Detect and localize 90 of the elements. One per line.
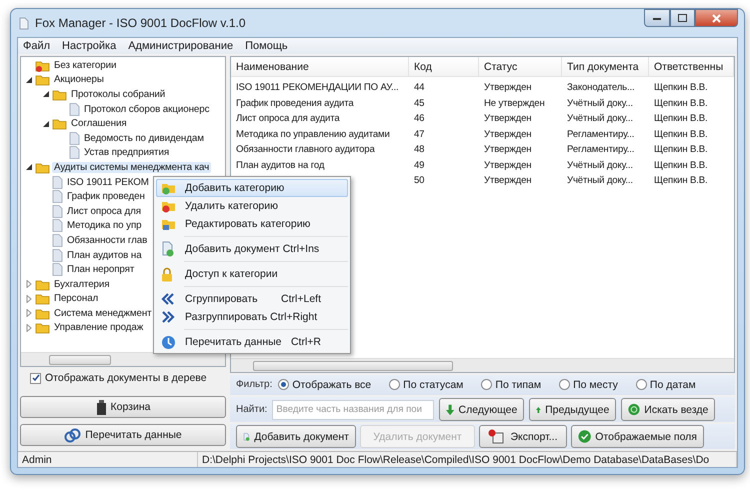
column-header[interactable]: Ответственны (649, 57, 734, 76)
radio-label: По месту (573, 378, 618, 391)
column-header[interactable]: Наименование (231, 57, 409, 76)
column-header[interactable]: Код (409, 57, 479, 76)
table-cell-text: 48 (413, 143, 426, 158)
menu-item[interactable]: Добавить категорию (156, 179, 348, 197)
add-document-button[interactable]: Добавить документ (236, 425, 356, 448)
previous-button[interactable]: Предыдущее (529, 398, 616, 422)
table-cell-text: Щепкин В.В. (653, 158, 709, 173)
table-cell-text: Утвержден (483, 143, 532, 158)
table-cell-text: 45 (413, 96, 426, 111)
table-cell-text: Регламентиру... (566, 128, 636, 142)
tree-item[interactable]: Без категории (52, 60, 118, 71)
menu-item[interactable]: Файл (23, 40, 50, 52)
radio-label: По статусам (403, 378, 464, 391)
search-everywhere-button[interactable]: Искать везде (621, 398, 716, 422)
reload-button[interactable]: Перечитать данные (20, 424, 226, 446)
tree-item[interactable]: Система менеджмент (52, 308, 154, 319)
tree-item[interactable]: Акционеры (52, 74, 106, 86)
radio-label: Отображать все (292, 378, 372, 391)
table-cell-text: Щепкин В.В. (653, 174, 709, 188)
tree-item[interactable]: ISO 19011 РЕКОМ (65, 176, 151, 188)
table-cell-text: 46 (413, 112, 426, 126)
table-cell-text: Учётный доку... (566, 96, 634, 111)
menu-item[interactable]: Доступ к категории (156, 265, 348, 283)
filter-label: Фильтр: (236, 379, 272, 390)
column-header[interactable]: Статус (479, 57, 562, 76)
tree-item[interactable]: Обязанности глав (65, 234, 150, 246)
tree-item[interactable]: Протокол сборов акционерс (82, 104, 212, 115)
tree-item[interactable]: График проведен (65, 191, 147, 202)
status-text: Admin (18, 452, 198, 467)
table-cell-text: 44 (413, 81, 426, 96)
table-cell-text: 47 (413, 128, 426, 142)
menu-item[interactable]: Администрирование (128, 40, 234, 52)
table-cell-text: Лист опроса для аудита (235, 112, 341, 126)
tree-item[interactable]: Аудиты системы менеджмента кач (52, 162, 212, 173)
table-cell-text: Учётный доку... (566, 112, 634, 126)
tree-item[interactable]: Персонал (52, 293, 100, 304)
menu-item[interactable]: Редактировать категорию (156, 215, 348, 233)
trash-button[interactable]: Корзина (20, 396, 226, 418)
table-cell-text: Щепкин В.В. (653, 96, 709, 111)
tree-item[interactable]: Устав предприятия (82, 147, 172, 158)
table-cell-text: План аудитов на год (235, 158, 326, 173)
table-cell-text: Утвержден (483, 81, 532, 96)
menu-item[interactable]: Удалить категорию (156, 197, 348, 215)
table-cell-text: Утвержден (483, 174, 532, 188)
table-cell-text: Законодатель... (566, 81, 636, 96)
table-cell-text: Щепкин В.В. (653, 128, 709, 142)
tree-item[interactable]: Соглашения (69, 118, 129, 130)
window-title: Fox Manager - ISO 9001 DocFlow v.1.0 (35, 16, 246, 30)
table-cell-text: Щепкин В.В. (653, 112, 709, 126)
menu-item[interactable]: Помощь (245, 40, 288, 52)
table-cell-text: Обязанности главного аудитора (235, 143, 376, 158)
table-cell-text: Регламентиру... (566, 143, 636, 158)
table-cell-text: ISO 19011 РЕКОМЕНДАЦИИ ПО АУ... (235, 81, 400, 96)
menu-item[interactable]: Перечитать данные Ctrl+R (156, 333, 348, 351)
find-label: Найти: (236, 404, 268, 416)
table-cell-text: Учётный доку... (566, 174, 634, 188)
tree-item[interactable]: Ведомость по дивидендам (82, 132, 206, 144)
table-cell-text: Утвержден (483, 128, 532, 142)
tree-item[interactable]: Управление продаж (52, 322, 146, 334)
tree-item[interactable]: Методика по упр (65, 220, 144, 232)
search-field[interactable]: Введите часть названия для пои (272, 400, 434, 420)
table-cell-text: Утвержден (483, 112, 532, 126)
export-button[interactable]: Экспорт... (479, 425, 567, 448)
checkbox-label: Отображать документы в дереве (45, 372, 207, 384)
next-button[interactable]: Следующее (439, 398, 524, 422)
table-cell-text: Щепкин В.В. (653, 143, 709, 158)
menu-item[interactable]: Настройка (62, 40, 116, 52)
tree-item[interactable]: Лист опроса для (65, 206, 143, 217)
tree-item[interactable]: План аудитов на (65, 250, 144, 261)
table-cell-text: Не утвержден (483, 96, 546, 111)
menu-item[interactable]: Добавить документ Ctrl+Ins (156, 240, 348, 258)
visible-fields-button[interactable]: Отображаемые поля (571, 425, 704, 448)
tree-item[interactable]: План неропрят (65, 264, 136, 276)
tree-item[interactable]: Протоколы собраний (69, 88, 168, 100)
radio-label: По типам (495, 378, 542, 391)
table-cell-text: Методика по управлению аудитами (235, 128, 391, 142)
menu-item[interactable]: Разгруппировать Ctrl+Right (156, 308, 348, 326)
table-cell-text: 50 (413, 174, 426, 188)
table-cell-text: Щепкин В.В. (653, 81, 709, 96)
status-text: D:\Delphi Projects\ISO 9001 Doc Flow\Release\Compiled\ISO 9001 DocFlow\Demo Database\DataBases\Do (198, 452, 737, 467)
table-cell-text: Учётный доку... (566, 158, 634, 173)
radio-label: По датам (650, 378, 696, 391)
tree-item[interactable]: Бухгалтерия (52, 278, 112, 290)
table-cell-text: 49 (413, 158, 426, 173)
column-header[interactable]: Тип документа (562, 57, 649, 76)
table-cell-text: График проведения аудита (235, 96, 355, 111)
menu-item[interactable]: Сгруппировать Ctrl+Left (156, 290, 348, 308)
table-cell-text: Утвержден (483, 158, 532, 173)
